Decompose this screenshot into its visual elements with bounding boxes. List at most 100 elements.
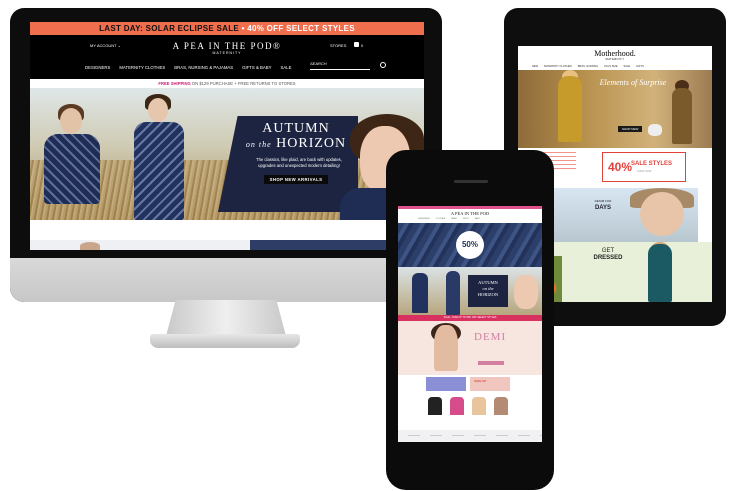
hero-text-panel: AUTUMN on the HORIZON The classics, like… — [218, 116, 358, 212]
tablet-model-1 — [558, 76, 582, 142]
phone-denim-banner[interactable]: 50% — [398, 223, 542, 267]
tablet-nav-item[interactable]: BRAS, NURSING — [578, 65, 598, 68]
shipping-text: ON $129 PURCHASE + FREE RETURNS TO STORE… — [190, 81, 296, 86]
site-header: MY ACCOUNT ⌄ A PEA IN THE POD® MATERNITY… — [30, 35, 424, 79]
phone-demi-button[interactable] — [478, 361, 504, 365]
strip-image-1 — [80, 242, 100, 250]
bag-count: 0 — [361, 43, 364, 48]
stores-link[interactable]: STORES — [330, 43, 346, 48]
brand-logo[interactable]: A PEA IN THE POD® — [30, 41, 424, 51]
phone-signup-image — [426, 377, 466, 391]
phone-demi-model — [434, 325, 458, 371]
tablet-brand-logo-sub: MATERNITY — [605, 58, 625, 61]
hero-title-horizon-word: HORIZON — [276, 136, 347, 151]
tablet-face — [640, 192, 684, 236]
nav-item-bras[interactable]: BRAS, NURSING & PAJAMAS — [174, 65, 233, 70]
tablet-hero[interactable]: Elements of Surprise SHOP NEW — [518, 70, 712, 148]
shopping-bag-icon[interactable] — [354, 42, 359, 47]
phone-product-thumbs — [398, 393, 542, 417]
tablet-brand-logo[interactable]: Motherhood. — [518, 49, 712, 58]
tablet-sale-percent: 40% — [608, 160, 633, 174]
shipping-highlight: FREE SHIPPING — [158, 81, 191, 86]
tablet-nav-item[interactable]: GIFTS — [636, 65, 644, 68]
shipping-bar: FREE SHIPPING ON $129 PURCHASE + FREE RE… — [30, 79, 424, 88]
hero-title-horizon: on the HORIZON — [234, 136, 358, 152]
phone-autumn-panel: AUTUMN on the HORIZON — [468, 275, 508, 307]
phone-autumn-line3: HORIZON — [477, 292, 499, 297]
hero-title-on-the: on the — [245, 140, 272, 149]
phone-speaker — [454, 180, 488, 183]
phone-thumb[interactable] — [472, 397, 486, 415]
tablet-nav-item[interactable]: SALE — [624, 65, 631, 68]
hero-title-autumn: AUTUMN — [262, 121, 330, 136]
nav-item-designers[interactable]: DESIGNERS — [85, 65, 110, 70]
model-2-plaid-dress — [134, 122, 184, 220]
phone-thumb[interactable] — [428, 397, 442, 415]
model-2-face — [148, 98, 168, 122]
tablet-denim-title-big: DAYS — [594, 205, 612, 211]
tablet-model-2 — [672, 88, 692, 144]
tablet-dog — [648, 124, 662, 136]
phone-model-1 — [412, 273, 428, 313]
phone-device: A PEA IN THE POD DESIGNERS CLOTHES BRAS … — [386, 150, 554, 490]
phone-nav-item[interactable]: CLOTHES — [436, 218, 445, 220]
tablet-sale-title: SALE STYLES — [631, 161, 673, 167]
promo-text: LAST DAY: SOLAR ECLIPSE SALE — [99, 24, 240, 33]
monitor-stand-base — [150, 334, 300, 348]
monitor-chin — [10, 258, 442, 302]
tablet-dress-title-big: DRESSED — [593, 255, 623, 261]
promo-banner[interactable]: LAST DAY: SOLAR ECLIPSE SALE • 40% OFF S… — [30, 22, 424, 35]
tablet-dress-model — [648, 244, 672, 302]
nav-item-maternity-clothes[interactable]: MATERNITY CLOTHES — [119, 65, 165, 70]
search-icon[interactable] — [380, 62, 386, 68]
phone-nav-item[interactable]: DESIGNERS — [418, 218, 430, 220]
phone-demi-title: DEMI — [474, 331, 507, 343]
promo-highlight: • 40% OFF SELECT STYLES — [239, 24, 355, 33]
tablet-dress-title-small: GET — [601, 248, 615, 254]
monitor-stand-neck — [166, 300, 286, 336]
below-fold-strip — [30, 240, 424, 250]
phone-model-2 — [446, 271, 460, 315]
phone-screen: A PEA IN THE POD DESIGNERS CLOTHES BRAS … — [398, 206, 542, 442]
search-input[interactable]: SEARCH — [310, 61, 370, 70]
phone-footer — [398, 430, 542, 442]
tablet-nav: NEW MATERNITY CLOTHES BRAS, NURSING PLUS… — [532, 65, 644, 68]
phone-thumb[interactable] — [494, 397, 508, 415]
tablet-nav-item[interactable]: NEW — [532, 65, 538, 68]
nav-item-sale[interactable]: SALE — [281, 65, 292, 70]
phone-autumn-line2: on the — [482, 286, 494, 291]
tablet-header: Motherhood. MATERNITY NEW MATERNITY CLOT… — [518, 46, 712, 70]
phone-header: A PEA IN THE POD DESIGNERS CLOTHES BRAS … — [398, 209, 542, 223]
desktop-screen: LAST DAY: SOLAR ECLIPSE SALE • 40% OFF S… — [30, 22, 424, 250]
tablet-sale-box[interactable]: 40% SALE STYLES SHOP NOW — [602, 152, 686, 182]
phone-signup-row: SIGN UP — [398, 375, 542, 393]
phone-autumn-banner[interactable]: AUTUMN on the HORIZON — [398, 267, 542, 315]
tablet-hero-button[interactable]: SHOP NEW — [618, 126, 643, 132]
phone-brand-logo[interactable]: A PEA IN THE POD — [398, 211, 542, 216]
model-1-face — [60, 108, 82, 134]
hero-copy: The classics, like plaid, are back with … — [256, 157, 342, 168]
phone-signup-text: SIGN UP — [474, 379, 487, 383]
phone-autumn-line1: AUTUMN — [478, 280, 498, 285]
model-1-plaid-dress — [44, 134, 100, 204]
hero-banner[interactable]: AUTUMN on the HORIZON The classics, like… — [30, 88, 424, 220]
phone-nav-item[interactable]: BRAS — [451, 218, 456, 220]
phone-nav: DESIGNERS CLOTHES BRAS GIFTS SALE — [418, 218, 480, 220]
brand-logo-sub: MATERNITY — [212, 51, 242, 55]
main-nav: DESIGNERS MATERNITY CLOTHES BRAS, NURSIN… — [85, 65, 292, 70]
phone-discount-badge: 50% — [456, 231, 484, 259]
tablet-nav-item[interactable]: PLUS SIZE — [604, 65, 617, 68]
tablet-nav-item[interactable]: MATERNITY CLOTHES — [544, 65, 572, 68]
tablet-sale-sub: SHOP NOW — [637, 170, 652, 173]
tablet-dress-title: GET DRESSED — [588, 248, 628, 262]
phone-nav-item[interactable]: GIFTS — [463, 218, 469, 220]
phone-nav-item[interactable]: SALE — [475, 218, 480, 220]
phone-thumb[interactable] — [450, 397, 464, 415]
phone-demi-banner[interactable]: DEMI — [398, 321, 542, 375]
tablet-denim-title-small: DENIM FOR — [594, 199, 612, 203]
tablet-denim-title: DENIM FOR DAYS — [582, 198, 624, 212]
shop-new-arrivals-button[interactable]: SHOP NEW ARRIVALS — [263, 175, 329, 184]
nav-item-gifts[interactable]: GIFTS & BABY — [242, 65, 271, 70]
phone-discount-percent: 50% — [461, 240, 478, 249]
device-mockup-scene: LAST DAY: SOLAR ECLIPSE SALE • 40% OFF S… — [0, 0, 733, 491]
